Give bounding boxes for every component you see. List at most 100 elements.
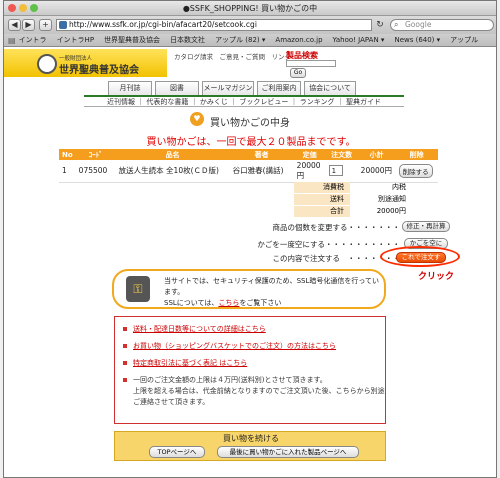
empty-cart-text: かごを一度空にする・・・・・・・・・・ [257,240,400,249]
bookmark-item[interactable]: News (640) ▾ [394,36,440,44]
security-line-2-prefix: SSLについては、 [164,299,219,307]
tab-guide[interactable]: ご利用案内 [257,81,301,95]
tab-about[interactable]: 協会について [304,81,356,95]
cart-table: No ｺｰﾄﾞ 品名 著者 定価 注文数 小計 削除 1 075500 放送人生… [59,149,438,183]
quantity-input[interactable]: 1 [328,165,343,177]
bookmark-item[interactable]: 世界聖典普及協会 [104,35,160,45]
url-text: http://www.ssfk.or.jp/cgi-bin/afacart20/… [69,20,257,29]
browser-toolbar: ◀ ▶ + http://www.ssfk.or.jp/cgi-bin/afac… [4,16,496,34]
site-navigation: 月刊誌 図書 メールマガジン ご利用案内 協会について 近刊情報 ｜ 代表的な書… [4,79,496,111]
bookmark-item[interactable]: 日本数文社 [170,35,205,45]
summary-value: 別途通知 [378,194,406,203]
notes-list: 送料・配達日数等についての詳細はこちら お買い物（ショッピングバスケットでのご注… [115,317,385,408]
security-notice: ⚿ 当サイトでは、セキュリティ保護のため、SSL暗号化通信を行っています。 SS… [112,269,386,309]
table-row: 1 075500 放送人生読本 全10枚(ＣＤ版) 谷口雅春(講話) 20000… [59,160,438,183]
change-quantity-text: 商品の個数を変更する・・・・・・・ [272,223,401,232]
cell-subtotal: 20000円 [357,160,396,183]
click-annotation: クリック [418,272,455,282]
site-logo[interactable]: 一般財団法人 世界聖典普及協会 [4,49,167,77]
col-price: 定価 [293,149,326,160]
summary-row-total: 合計 20000円 [294,205,406,217]
order-limit-line-1: 一回のご注文金額の上限は４万円(送料別)とさせて頂きます。 [133,376,327,384]
ssl-info-link[interactable]: こちら [218,299,239,307]
delete-item-button[interactable]: 削除する [398,163,433,178]
list-item: 一回のご注文金額の上限は４万円(送料別)とさせて頂きます。 上限を超える場合は、… [123,375,385,408]
tab-monthly-magazine[interactable]: 月刊誌 [108,81,152,95]
col-author: 著者 [229,149,294,160]
cell-author: 谷口雅春(講話) [229,160,294,183]
forward-button[interactable]: ▶ [22,19,35,31]
page-title: 買い物かごの中身 [210,118,290,129]
sub-navigation[interactable]: 近刊情報 ｜ 代表的な書籍 ｜ かみくじ ｜ ブックレビュー ｜ ランキング ｜… [84,95,404,107]
order-limit-line-2: 上限を超える場合は、代金前納となりますのでご注文頂いた後、こちらから別途 [133,387,385,395]
list-item: 特定商取引法に基づく表記 はこちら [123,358,385,369]
window-title: ●SSFK_SHOPPING! 買い物かごの中 [182,4,318,13]
cart-header-row: No ｺｰﾄﾞ 品名 著者 定価 注文数 小計 削除 [59,149,438,160]
click-highlight-oval [380,246,460,267]
product-search-input[interactable] [286,60,336,67]
cell-name: 放送人生読本 全10枚(ＣＤ版) [115,160,230,183]
bookmark-item[interactable]: アップル [450,35,478,45]
bookmark-item[interactable]: Yahoo! JAPAN ▾ [333,36,385,44]
site-header: 一般財団法人 世界聖典普及協会 カタログ請求 ご意見・ご質問 リンク 製品検索 … [4,47,496,79]
cell-delete: 削除する [395,160,438,183]
order-limit-line-3: ご連絡させて頂きます。 [133,398,210,406]
add-bookmark-button[interactable]: + [39,19,52,31]
col-code: ｺｰﾄﾞ [75,149,116,160]
security-line-1: 当サイトでは、セキュリティ保護のため、SSL暗号化通信を行っています。 [164,277,380,296]
summary-value: 20000円 [376,206,406,215]
cell-price: 20000円 [293,160,326,183]
cell-code: 075500 [75,160,116,183]
list-item: 送料・配達日数等についての詳細はこちら [123,324,385,335]
bookmark-item[interactable]: アップル (82) ▾ [215,35,265,45]
search-icon: ⌕ [394,20,399,29]
legal-notice-link[interactable]: 特定商取引法に基づく表記 はこちら [133,359,247,367]
favicon-icon [59,21,67,29]
list-item: お買い物（ショッピングバスケットでのご注文）の方法はこちら [123,341,385,352]
cell-qty: 1 [325,160,358,183]
order-summary: 消費税 内税 送料 別途通知 合計 20000円 [294,181,406,217]
col-subtotal: 小計 [357,149,396,160]
notes-box: 送料・配達日数等についての詳細はこちら お買い物（ショッピングバスケットでのご注… [114,316,386,424]
url-field[interactable]: http://www.ssfk.or.jp/cgi-bin/afacart20/… [56,19,372,31]
cart-limit-note: 買い物かごは、一回で最大２０製品までです。 [146,137,356,148]
logo-emblem-icon [37,54,57,74]
back-button[interactable]: ◀ [8,19,21,31]
bookmarks-icon[interactable]: ▤ [8,36,16,45]
bookmark-item[interactable]: イントラHP [57,35,95,45]
continue-shopping-box: 買い物を続ける TOPページへ 最後に買い物かごに入れた製品ページへ [114,431,386,461]
bookmark-item[interactable]: イントラ [19,35,47,45]
col-delete: 削除 [395,149,438,160]
header-links[interactable]: カタログ請求 ご意見・ご質問 リンク [174,51,291,61]
security-line-2-suffix: をご覧下さい [239,299,282,307]
col-qty: 注文数 [325,149,358,160]
security-line-2: SSLについては、こちらをご覧下さい [164,298,384,309]
summary-row-shipping: 送料 別途通知 [294,193,406,205]
lock-icon: ⚿ [126,276,150,302]
product-search-go-button[interactable]: Go [290,68,306,78]
reload-icon[interactable]: ↻ [374,19,386,31]
cell-no: 1 [59,160,76,183]
last-product-button[interactable]: 最後に買い物かごに入れた製品ページへ [217,446,359,458]
security-text: 当サイトでは、セキュリティ保護のため、SSL暗号化通信を行っています。 SSLに… [164,276,384,309]
nav-tabs: 月刊誌 図書 メールマガジン ご利用案内 協会について [108,81,356,95]
bookmark-item[interactable]: Amazon.co.jp [275,36,322,44]
cart-icon: ♥ [190,112,204,126]
summary-value: 内税 [392,182,406,191]
bookmarks-bar: ▤ イントラ イントラHP 世界聖典普及協会 日本数文社 アップル (82) ▾… [4,34,496,47]
top-page-button[interactable]: TOPページへ [149,446,205,458]
col-no: No [59,149,76,160]
summary-row-tax: 消費税 内税 [294,181,406,193]
browser-window: ●SSFK_SHOPPING! 買い物かごの中 ◀ ▶ + http://www… [3,0,497,478]
tab-books[interactable]: 図書 [155,81,199,95]
summary-label: 消費税 [294,181,350,193]
continue-shopping-title: 買い物を続ける [223,434,279,443]
recalculate-button[interactable]: 修正・再計算 [402,221,450,232]
logo-title: 世界聖典普及協会 [59,65,139,76]
tab-mail-magazine[interactable]: メールマガジン [202,81,254,95]
browser-search-placeholder: Google [405,20,432,29]
how-to-order-link[interactable]: お買い物（ショッピングバスケットでのご注文）の方法はこちら [133,342,336,350]
shipping-info-link[interactable]: 送料・配達日数等についての詳細はこちら [133,325,266,333]
summary-label: 合計 [294,205,350,217]
browser-search-input[interactable]: ⌕ Google [390,19,494,31]
